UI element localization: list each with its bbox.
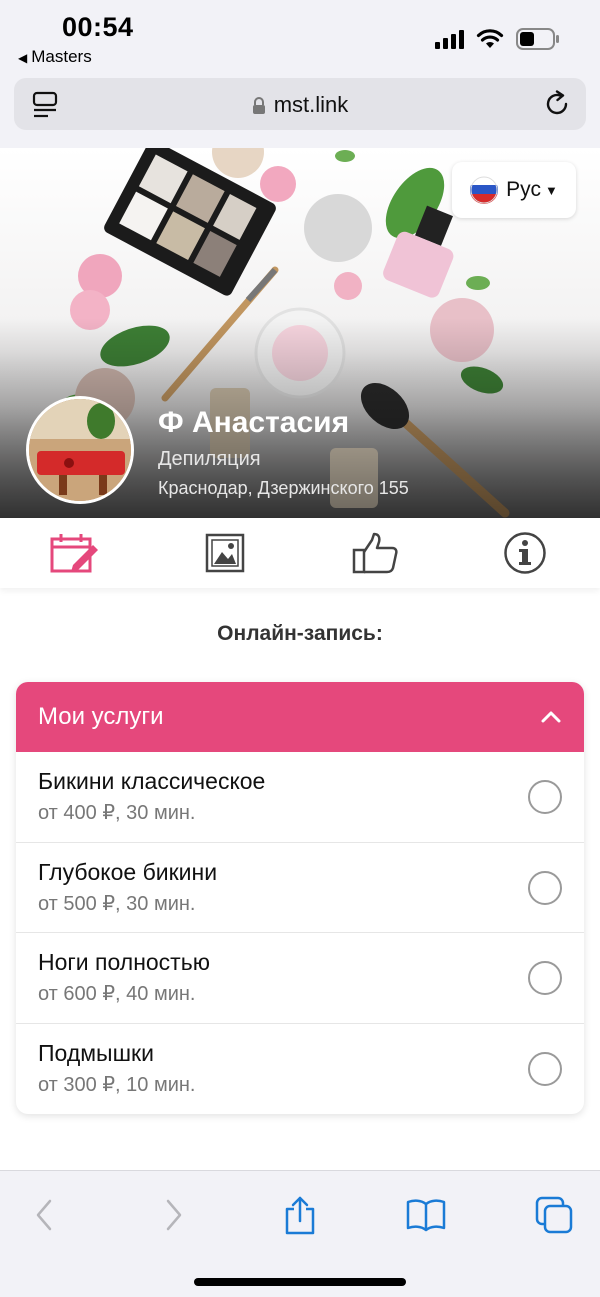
service-radio[interactable]	[528, 1051, 562, 1086]
browser-bottom-toolbar	[0, 1170, 600, 1297]
tab-gallery[interactable]	[150, 518, 300, 588]
url-text: mst.link	[273, 92, 349, 117]
book-icon	[406, 1199, 446, 1232]
gallery-icon	[205, 533, 245, 573]
chevron-left-icon	[36, 1199, 52, 1231]
service-item[interactable]: Подмышки от 300 ₽, 10 мин.	[16, 1024, 584, 1115]
cellular-signal-icon	[435, 29, 464, 49]
back-to-app-link[interactable]: ◀ Masters	[18, 47, 92, 67]
wifi-icon	[476, 29, 504, 48]
home-indicator	[194, 1278, 406, 1286]
calendar-icon	[50, 534, 98, 573]
language-selector[interactable]: Рус ▼	[452, 162, 576, 218]
service-price-duration: от 400 ₽, 30 мин.	[38, 802, 196, 824]
master-specialty: Депиляция	[158, 448, 261, 470]
chevron-up-icon[interactable]	[540, 710, 562, 724]
russia-flag-icon	[470, 176, 499, 204]
service-radio[interactable]	[528, 870, 562, 905]
service-item[interactable]: Бикини классическое от 400 ₽, 30 мин.	[16, 752, 584, 843]
tab-info[interactable]	[450, 518, 600, 588]
online-booking-title: Онлайн-запись:	[217, 622, 383, 645]
back-app-label: Masters	[31, 47, 92, 66]
language-label: Рус	[506, 178, 541, 201]
services-title: Мои услуги	[38, 703, 164, 730]
url-display[interactable]: mst.link	[14, 92, 586, 118]
battery-icon	[516, 28, 559, 50]
reload-icon[interactable]	[544, 90, 572, 118]
service-name: Ноги полностью	[38, 949, 210, 975]
url-bar[interactable]: mst.link	[14, 78, 586, 130]
master-name: Ф Анастасия	[158, 406, 350, 439]
tab-booking[interactable]	[0, 518, 150, 588]
service-name: Подмышки	[38, 1039, 154, 1066]
service-item[interactable]: Глубокое бикини от 500 ₽, 30 мин.	[16, 843, 584, 933]
share-button[interactable]	[278, 1193, 322, 1237]
info-icon	[504, 532, 546, 574]
cover-banner: Рус ▼ Ф Анастасия Депиляция Краснодар, Д…	[0, 148, 600, 518]
service-name: Глубокое бикини	[38, 858, 218, 885]
profile-tabs	[0, 518, 600, 588]
service-price-duration: от 300 ₽, 10 мин.	[38, 1073, 196, 1096]
master-address: Краснодар, Дзержинского 155	[158, 478, 409, 498]
service-radio[interactable]	[528, 780, 562, 814]
tabs-button[interactable]	[532, 1193, 576, 1237]
status-time: 00:54	[62, 12, 134, 42]
back-button[interactable]	[22, 1193, 66, 1237]
tab-reviews[interactable]	[300, 518, 450, 588]
status-bar: 00:54 ◀ Masters	[0, 0, 600, 72]
service-price-duration: от 500 ₽, 30 мин.	[38, 892, 196, 915]
service-item[interactable]: Ноги полностью от 600 ₽, 40 мин.	[16, 933, 584, 1024]
service-radio[interactable]	[528, 961, 562, 995]
chevron-right-icon	[166, 1199, 182, 1231]
service-price-duration: от 600 ₽, 40 мин.	[38, 983, 196, 1005]
service-name: Бикини классическое	[38, 768, 266, 794]
share-icon	[285, 1196, 315, 1235]
lock-icon	[252, 97, 265, 115]
status-icons	[435, 26, 560, 52]
caret-down-icon: ▼	[544, 182, 558, 198]
master-avatar[interactable]	[26, 396, 134, 504]
back-triangle-icon: ◀	[18, 51, 28, 65]
services-card: Мои услуги Бикини классическое от 400 ₽,…	[16, 682, 584, 1114]
bookmarks-button[interactable]	[404, 1193, 448, 1237]
services-header[interactable]: Мои услуги	[16, 682, 584, 752]
thumbs-up-icon	[352, 532, 398, 574]
tabs-icon	[535, 1196, 573, 1234]
browser-toolbar: mst.link	[0, 72, 600, 148]
forward-button[interactable]	[152, 1193, 196, 1237]
